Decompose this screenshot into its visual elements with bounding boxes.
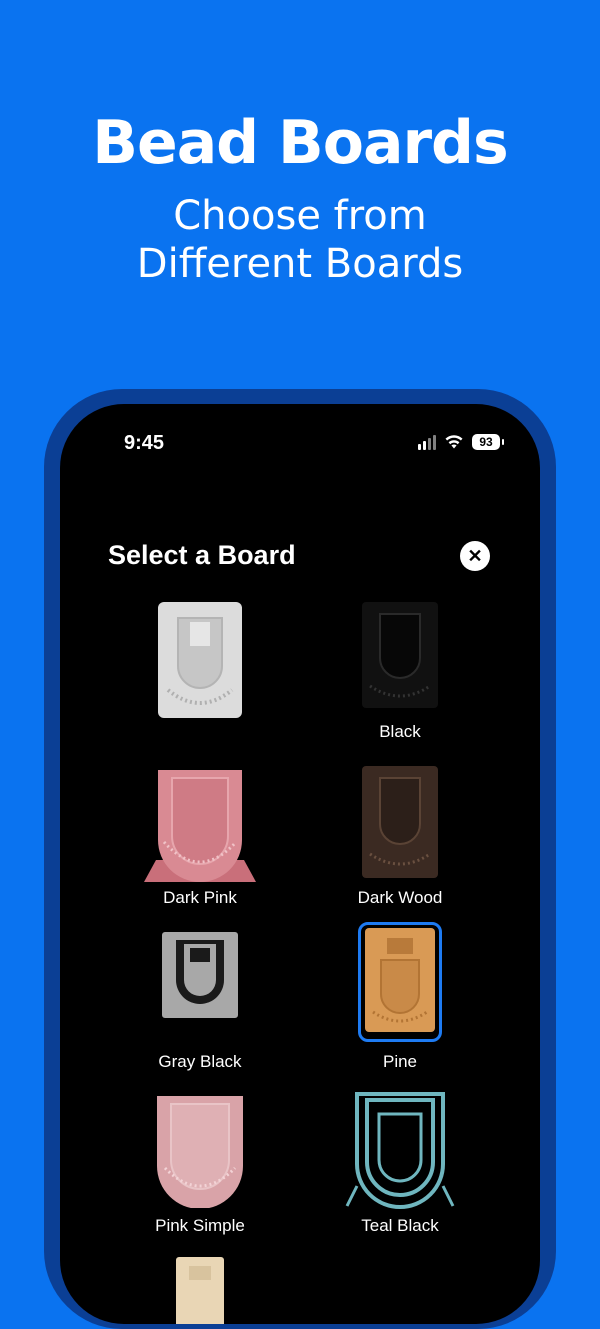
board-thumbnail (162, 932, 238, 1018)
board-label: Dark Wood (357, 888, 443, 907)
status-time: 9:45 (124, 432, 165, 454)
board-label: Pink Simple (155, 1216, 245, 1235)
board-label: Pine (382, 1052, 418, 1071)
battery-icon: 93 (472, 434, 504, 450)
status-icons: 93 (418, 434, 504, 450)
wifi-icon (445, 435, 463, 449)
board-thumbnail (345, 1092, 455, 1209)
hero-subtitle-line-1: Choose from (173, 193, 427, 239)
board-thumbnail (176, 1257, 224, 1324)
board-label: Teal Black (361, 1216, 439, 1235)
board-thumbnail (365, 928, 435, 1032)
hero-subtitle: Choose from Different Boards (0, 192, 600, 288)
board-thumbnail (362, 766, 438, 878)
board-label: Dark Pink (163, 888, 237, 907)
board-thumbnail (157, 1096, 243, 1208)
signal-icon (418, 434, 436, 450)
board-thumbnail (362, 602, 438, 708)
sheet-title: Select a Board (108, 540, 296, 570)
board-label: Black (379, 722, 421, 741)
board-label: Gray Black (158, 1052, 242, 1071)
hero-subtitle-line-2: Different Boards (136, 241, 464, 287)
close-button[interactable]: ✕ (460, 541, 490, 571)
phone-screen: 9:45 93 Select a Board ✕ Black Dark Pink… (60, 404, 540, 1324)
close-icon: ✕ (467, 545, 483, 566)
board-thumbnail (158, 602, 242, 718)
board-thumbnail (144, 770, 256, 882)
hero-title: Bead Boards (92, 108, 508, 178)
